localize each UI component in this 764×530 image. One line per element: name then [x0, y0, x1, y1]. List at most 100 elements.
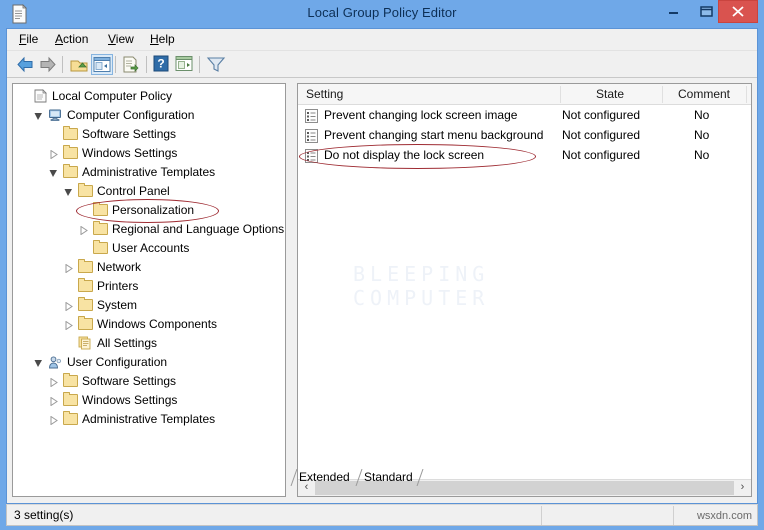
filter-icon[interactable]: [205, 54, 227, 75]
help-icon[interactable]: ?: [151, 54, 173, 75]
setting-name: Do not display the lock screen: [324, 148, 485, 162]
tree-item-all-settings[interactable]: All Settings: [13, 334, 285, 353]
tree-item-software-settings[interactable]: Software Settings: [13, 372, 285, 391]
show-hide-tree-icon[interactable]: [91, 54, 113, 75]
export-list-icon[interactable]: [120, 54, 142, 75]
all-settings-icon: [78, 336, 91, 350]
column-divider[interactable]: [560, 86, 561, 103]
tree-item-label: Regional and Language Options: [112, 222, 285, 236]
setting-name: Prevent changing lock screen image: [324, 108, 518, 122]
setting-state: Not configured: [562, 148, 641, 162]
tree-item-system[interactable]: System: [13, 296, 285, 315]
settings-list-row[interactable]: Prevent changing lock screen image Not co…: [298, 106, 751, 126]
tree-item-windows-components[interactable]: Windows Components: [13, 315, 285, 334]
menu-help[interactable]: Help: [144, 32, 181, 46]
tree-expander-expanded[interactable]: [64, 188, 73, 197]
tree-item-label: Personalization: [112, 203, 195, 217]
tree-item-label: System: [97, 298, 138, 312]
column-header-state[interactable]: State: [562, 84, 658, 104]
tree-expander-collapsed[interactable]: [49, 150, 58, 159]
list-column-header: Setting State Comment: [298, 84, 751, 105]
setting-comment: No: [694, 128, 710, 142]
tree-item-user-configuration[interactable]: User Configuration: [13, 353, 285, 372]
column-header-setting[interactable]: Setting: [306, 84, 343, 104]
tree-expander-collapsed[interactable]: [49, 416, 58, 425]
tree-expander-expanded[interactable]: [49, 169, 58, 178]
tree-item-printers[interactable]: Printers: [13, 277, 285, 296]
tree-expander-collapsed[interactable]: [79, 226, 88, 235]
tree-item-administrative-templates[interactable]: Administrative Templates: [13, 163, 285, 182]
settings-list-row[interactable]: Do not display the lock screen Not config…: [298, 146, 751, 166]
tab-edge-left: [290, 469, 298, 486]
status-divider: [541, 506, 542, 525]
tree-item-label: Administrative Templates: [82, 412, 216, 426]
folder-icon: [63, 373, 78, 387]
tree-item-windows-settings[interactable]: Windows Settings: [13, 391, 285, 410]
tree-item-control-panel[interactable]: Control Panel: [13, 182, 285, 201]
view-tabs: Extended Standard: [290, 468, 745, 487]
menu-bar: FFileile Action View Help: [7, 29, 757, 51]
tree-item-label: Windows Components: [97, 317, 218, 331]
status-divider: [673, 506, 674, 525]
settings-list-pane[interactable]: Setting State Comment BLEEPING COMPUTER …: [297, 83, 752, 497]
tree-expander-collapsed[interactable]: [64, 302, 73, 311]
tree-expander-collapsed[interactable]: [64, 264, 73, 273]
tree-item-windows-settings[interactable]: Windows Settings: [13, 144, 285, 163]
settings-list-row[interactable]: Prevent changing start menu background No…: [298, 126, 751, 146]
policy-setting-icon: [305, 129, 318, 143]
tab-extended[interactable]: Extended: [299, 468, 350, 486]
folder-icon: [78, 316, 93, 330]
source-credit: wsxdn.com: [696, 510, 752, 522]
application-window: Local Group Policy Editor File Action Vi…: [0, 0, 764, 530]
tree-item-label: Windows Settings: [82, 146, 178, 160]
back-arrow-icon[interactable]: [14, 54, 36, 75]
setting-comment: No: [694, 148, 710, 162]
column-header-comment[interactable]: Comment: [664, 84, 744, 104]
navigation-tree-pane[interactable]: Local Computer Policy Computer Configura…: [12, 83, 286, 497]
properties-icon[interactable]: [174, 54, 196, 75]
menu-file[interactable]: FFileile: [13, 32, 44, 46]
tree-view: Local Computer Policy Computer Configura…: [13, 87, 285, 429]
tree-expander-expanded[interactable]: [34, 359, 43, 368]
column-divider[interactable]: [746, 86, 747, 103]
tree-expander-collapsed[interactable]: [64, 321, 73, 330]
close-button[interactable]: [718, 0, 758, 23]
tree-item-network[interactable]: Network: [13, 258, 285, 277]
toolbar: ?: [7, 51, 757, 78]
forward-arrow-icon[interactable]: [37, 54, 59, 75]
up-folder-icon[interactable]: [68, 54, 90, 75]
svg-text:?: ?: [157, 57, 164, 71]
folder-icon: [63, 145, 78, 159]
tree-item-label: Software Settings: [82, 127, 177, 141]
minimize-button[interactable]: [658, 1, 688, 21]
watermark-line-2: COMPUTER: [353, 286, 490, 310]
computer-icon: [49, 109, 61, 121]
tree-item-user-accounts[interactable]: User Accounts: [13, 239, 285, 258]
tree-item-software-settings[interactable]: Software Settings: [13, 125, 285, 144]
tree-expander-collapsed[interactable]: [49, 397, 58, 406]
column-divider[interactable]: [662, 86, 663, 103]
maximize-button[interactable]: [691, 1, 721, 21]
minimize-icon: [669, 12, 678, 14]
toolbar-separator: [199, 56, 200, 73]
tree-item-administrative-templates[interactable]: Administrative Templates: [13, 410, 285, 429]
folder-icon: [63, 411, 78, 425]
menu-action[interactable]: Action: [49, 32, 94, 46]
tab-standard[interactable]: Standard: [364, 468, 413, 486]
tree-item-label: Network: [97, 260, 142, 274]
tree-expander-collapsed[interactable]: [49, 378, 58, 387]
tree-item-local-computer-policy[interactable]: Local Computer Policy: [13, 87, 285, 106]
setting-state: Not configured: [562, 108, 641, 122]
tree-item-computer-configuration[interactable]: Computer Configuration: [13, 106, 285, 125]
tree-item-label: Printers: [97, 279, 139, 293]
tree-expander-expanded[interactable]: [34, 112, 43, 121]
tree-item-personalization[interactable]: Personalization: [13, 201, 285, 220]
tab-edge-right: [416, 469, 424, 486]
tree-item-regional-and-language-options[interactable]: Regional and Language Options: [13, 220, 285, 239]
tab-edge-middle: [355, 469, 363, 486]
menu-view[interactable]: View: [102, 32, 140, 46]
folder-icon: [63, 392, 78, 406]
toolbar-separator: [115, 56, 116, 73]
folder-icon: [93, 221, 108, 235]
bleeping-computer-watermark: BLEEPING COMPUTER: [353, 262, 489, 310]
